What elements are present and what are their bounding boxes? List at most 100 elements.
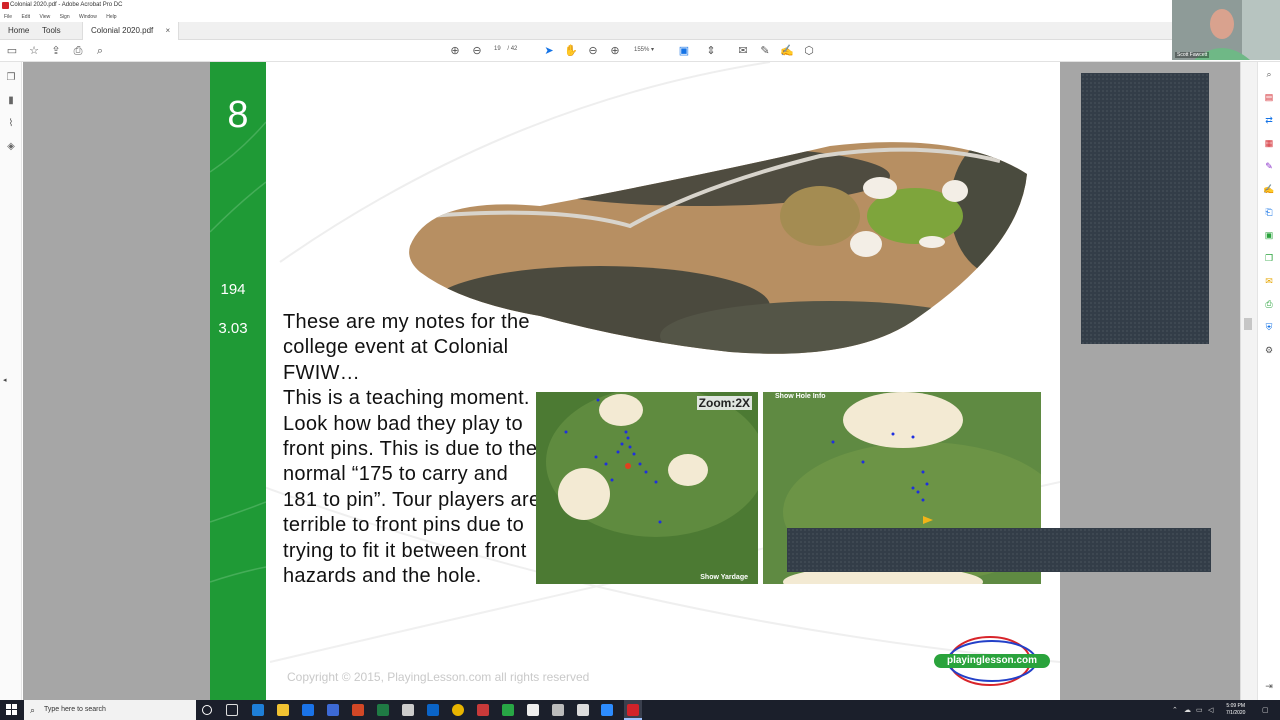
export-pdf-icon[interactable]: ⇄ [1263,114,1275,126]
main-toolbar: ▭ ☆ ⇪ ⎙ ⌕ ⊕ ⊖ 19 / 42 ➤ ✋ ⊖ ⊕ 155% ▾ ▣ ⇕… [0,40,1280,62]
acrobat-reader-icon[interactable] [477,704,489,716]
protect-icon[interactable]: ⛨ [1263,321,1275,333]
cortana-icon[interactable] [202,705,212,715]
tab-document[interactable]: Colonial 2020.pdf × [82,22,180,40]
notepad-icon[interactable] [527,704,539,716]
hole-number: 8 [227,94,249,136]
pdf-page: 8 194 3.03 These are my notes for the co… [210,62,1060,700]
excel-icon[interactable] [377,704,389,716]
clock-date: 7/1/2020 [1226,710,1246,716]
pen-icon[interactable]: ✎ [757,43,773,59]
zoom-in-icon[interactable]: ⊕ [607,43,623,59]
acrobat-taskbar-active[interactable] [624,700,642,720]
comment-tool-icon[interactable]: ✉ [1263,275,1275,287]
tab-tools[interactable]: Tools [34,22,69,40]
combine-files-icon[interactable]: ❐ [1263,252,1275,264]
vertical-scrollbar[interactable] [1240,62,1257,700]
layers-icon[interactable]: ◈ [5,141,17,153]
zoom-level[interactable]: 155% ▾ [634,46,654,53]
scroll-mode-icon[interactable]: ⇕ [703,43,719,59]
left-navigation-rail: ❐ ▮ ⌇ ◈ ◂ [0,62,22,700]
page-thumbnails-icon[interactable]: ❐ [5,72,17,84]
next-page-icon[interactable]: ⊖ [469,43,485,59]
tab-close-icon[interactable]: × [166,26,171,35]
compress-icon[interactable]: ▣ [1263,229,1275,241]
fill-sign-icon[interactable]: ✍ [1263,183,1275,195]
tray-volume-icon[interactable]: ◁ [1208,706,1213,714]
previous-page-icon[interactable]: ⊕ [447,43,463,59]
tray-chevron-icon[interactable]: ⌃ [1172,706,1178,714]
tray-network-icon[interactable]: ▭ [1196,706,1203,714]
tab-bar: Home Tools Colonial 2020.pdf × [0,22,1280,40]
hand-tool-icon[interactable]: ✋ [563,43,579,59]
menu-file[interactable]: File [4,14,12,20]
page-current[interactable]: 19 [494,46,501,52]
page-total: / 42 [507,46,518,52]
zoom-out-icon[interactable]: ⊖ [585,43,601,59]
fit-page-icon[interactable]: ▣ [676,43,692,59]
zoom-level-badge: Zoom:2X [696,396,752,410]
taskbar-clock[interactable]: 5:09 PM 7/1/2020 [1226,703,1245,717]
webcam-name-label: Scott Fawcett [1175,52,1210,58]
menu-edit[interactable]: Edit [21,14,30,20]
document-viewport[interactable]: 8 194 3.03 These are my notes for the co… [23,62,1251,700]
webcam-feed: Scott Fawcett [1172,0,1280,60]
file-explorer-icon[interactable] [277,704,289,716]
print-production-icon[interactable]: ⎙ [1263,298,1275,310]
calculator-icon[interactable] [552,704,564,716]
menu-window[interactable]: Window [79,14,97,20]
expand-left-panel-icon[interactable]: ◂ [3,376,7,384]
chrome-icon[interactable] [452,704,464,716]
show-yardage-label: Show Yardage [700,574,748,581]
snipping-icon[interactable] [577,704,589,716]
mail-icon[interactable] [302,704,314,716]
menu-bar: File Edit View Sign Window Help [0,12,1280,22]
word-icon[interactable] [327,704,339,716]
share-icon[interactable]: ⬡ [801,43,817,59]
windows-start-icon[interactable] [6,704,18,716]
select-cursor-icon[interactable]: ➤ [541,43,557,59]
powerpoint-icon[interactable] [352,704,364,716]
menu-help[interactable]: Help [106,14,116,20]
bookmark-star-icon[interactable]: ☆ [26,43,42,59]
organize-pages-icon[interactable]: ▦ [1263,137,1275,149]
page-indicator[interactable]: 19 / 42 [494,46,517,52]
green-zoom-inset: Zoom:2X Show Yardage [536,392,758,584]
windows-taskbar: ⌕ Type here to search ⌃ ☁ ▭ ◁ 5:09 PM 7/… [0,700,1280,720]
edge-icon[interactable] [252,704,264,716]
upload-icon[interactable]: ⇪ [48,43,64,59]
tray-cloud-icon[interactable]: ☁ [1184,706,1191,714]
copyright-footer: Copyright © 2015, PlayingLesson.com all … [287,670,590,684]
more-tools-icon[interactable]: ⚙ [1263,344,1275,356]
bookmarks-icon[interactable]: ▮ [5,95,17,107]
scan-ocr-icon[interactable]: ⎗ [1263,206,1275,218]
app-icon[interactable] [402,704,414,716]
menu-sign[interactable]: Sign [60,14,70,20]
task-view-icon[interactable] [226,704,238,716]
zoom-app-icon[interactable] [601,704,613,716]
save-icon[interactable]: ▭ [4,43,20,59]
tab-home[interactable]: Home [0,22,37,40]
menu-view[interactable]: View [39,14,50,20]
notifications-icon[interactable]: ▢ [1262,706,1269,714]
collapse-tools-icon[interactable]: ⇥ [1263,680,1275,692]
spreadsheet-icon[interactable] [502,704,514,716]
green-zoom-graphic [546,392,758,537]
sign-icon[interactable]: ✍ [779,43,795,59]
window-title: Colonial 2020.pdf - Adobe Acrobat Pro DC [10,2,123,8]
logo-text: playinglesson.com [946,655,1038,666]
taskbar-search-box[interactable]: ⌕ Type here to search [24,700,196,720]
outlook-icon[interactable] [427,704,439,716]
comment-icon[interactable]: ✉ [735,43,751,59]
print-icon[interactable]: ⎙ [70,43,86,59]
zoom-tool-icon[interactable]: ⌕ [1263,68,1275,80]
acrobat-logo-icon [2,2,9,9]
search-icon[interactable]: ⌕ [92,43,108,59]
attachments-icon[interactable]: ⌇ [5,118,17,130]
green-bar-curves [210,121,266,583]
redacted-panel [1081,73,1209,344]
scroll-thumb[interactable] [1244,318,1252,330]
create-pdf-icon[interactable]: ▤ [1263,91,1275,103]
right-tools-pane: ⌕ ▤ ⇄ ▦ ✎ ✍ ⎗ ▣ ❐ ✉ ⎙ ⛨ ⚙ ⇥ [1257,62,1280,700]
edit-pdf-icon[interactable]: ✎ [1263,160,1275,172]
